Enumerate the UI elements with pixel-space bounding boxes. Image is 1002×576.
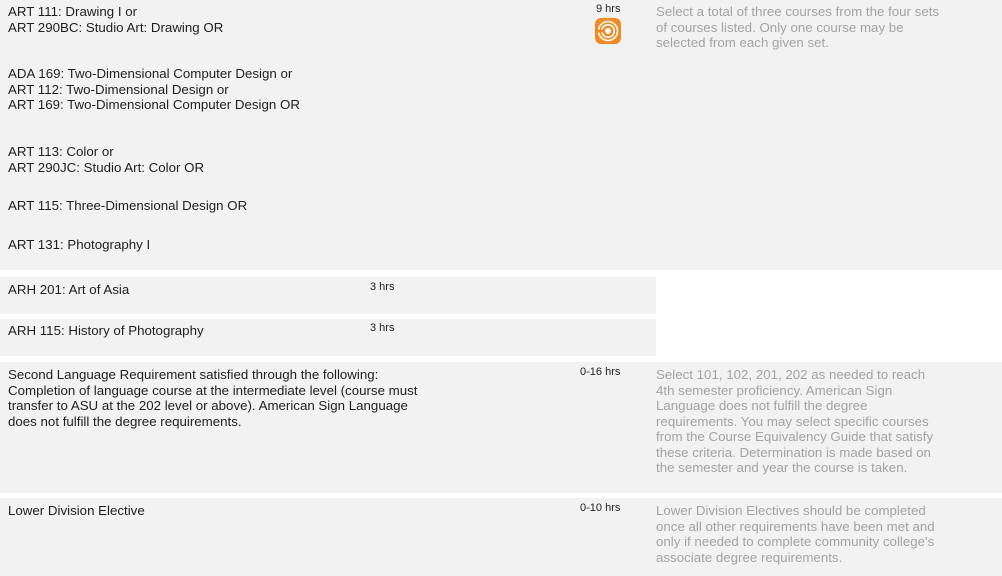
course-name: ARH 115: History of Photography (8, 323, 204, 338)
course-group-3d-design: ART 115: Three-Dimensional Design OR (8, 198, 248, 213)
credit-hours: 0-16 hrs (580, 366, 621, 378)
course-group-photography: ART 131: Photography I (8, 237, 151, 252)
advisement-note: Select a total of three courses from the… (656, 4, 940, 50)
course-group-color: ART 113: Color or ART 290JC: Studio Art:… (8, 144, 205, 175)
credit-hours: 0-10 hrs (580, 502, 621, 514)
credit-hours: 9 hrs (596, 3, 621, 15)
credit-hours: 3 hrs (370, 322, 395, 334)
course-name: Second Language Requirement satisfied th… (8, 367, 418, 429)
advisement-note: Lower Division Electives should be compl… (656, 503, 935, 565)
advisement-note: Select 101, 102, 201, 202 as needed to r… (656, 367, 934, 475)
course-name: ARH 201: Art of Asia (8, 282, 130, 297)
course-group-2d-design: ADA 169: Two-Dimensional Computer Design… (8, 66, 300, 112)
credit-hours: 3 hrs (370, 281, 395, 293)
course-name: Lower Division Elective (8, 503, 145, 518)
radio-waves-icon[interactable] (595, 18, 621, 44)
course-group-drawing: ART 111: Drawing I or ART 290BC: Studio … (8, 4, 224, 35)
